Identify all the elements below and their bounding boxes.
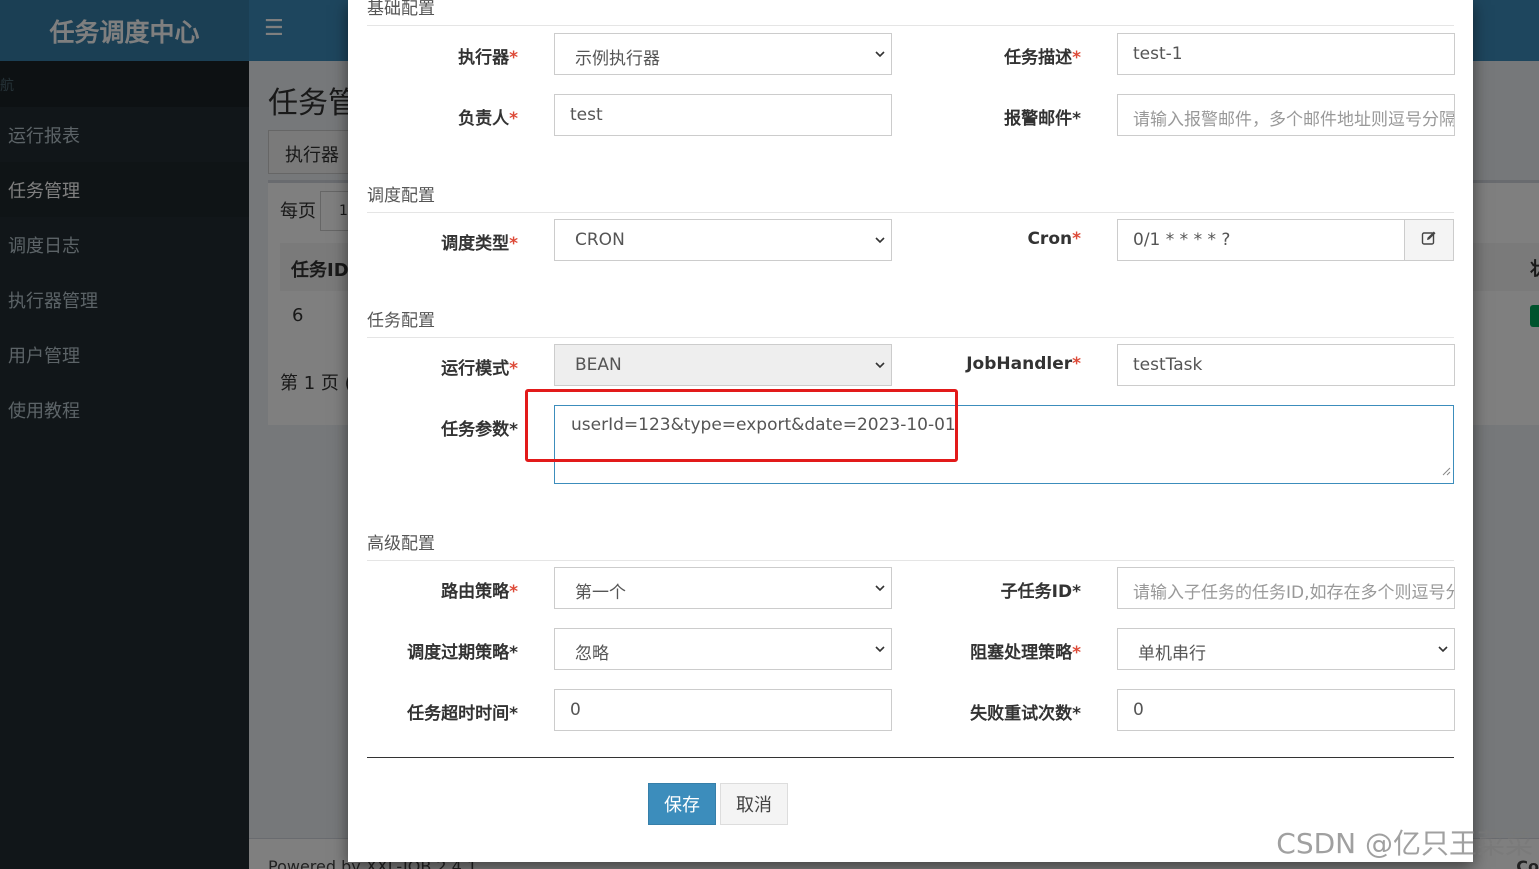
glue-type-label: 运行模式* — [441, 359, 518, 379]
job-edit-modal: 基础配置 执行器* 示例执行器 任务描述* test-1 负责人* test 报… — [348, 0, 1473, 862]
executor-label: 执行器* — [458, 48, 518, 68]
timeout-input[interactable]: 0 — [554, 689, 892, 731]
edit-icon — [1421, 230, 1437, 250]
chevron-down-icon — [1438, 644, 1448, 654]
route-strategy-label: 路由策略* — [441, 582, 518, 602]
job-param-label: 任务参数* — [441, 420, 518, 440]
block-strategy-select[interactable]: 单机串行 — [1117, 628, 1455, 670]
cron-edit-button[interactable] — [1404, 219, 1454, 261]
section-job: 任务配置 — [367, 306, 1454, 338]
route-strategy-select[interactable]: 第一个 — [554, 567, 892, 609]
job-desc-input[interactable]: test-1 — [1117, 33, 1455, 75]
schedule-type-select[interactable]: CRON — [554, 219, 892, 261]
chevron-down-icon — [875, 235, 885, 245]
watermark: CSDN @亿只王菜菜 — [1276, 827, 1533, 860]
alarm-email-input[interactable]: 请输入报警邮件，多个邮件地址则逗号分隔 — [1117, 94, 1455, 136]
chevron-down-icon — [875, 360, 885, 370]
job-desc-label: 任务描述* — [1004, 48, 1081, 68]
executor-select[interactable]: 示例执行器 — [554, 33, 892, 75]
chevron-down-icon — [875, 644, 885, 654]
timeout-label: 任务超时时间* — [407, 704, 518, 724]
misfire-strategy-select[interactable]: 忽略 — [554, 628, 892, 670]
misfire-strategy-label: 调度过期策略* — [407, 643, 518, 663]
child-job-label: 子任务ID* — [1000, 582, 1081, 602]
chevron-down-icon — [875, 583, 885, 593]
schedule-type-label: 调度类型* — [441, 234, 518, 254]
block-strategy-label: 阻塞处理策略* — [970, 643, 1081, 663]
resize-grip-icon[interactable] — [1442, 461, 1451, 481]
author-label: 负责人* — [458, 109, 518, 129]
job-handler-label: JobHandler* — [966, 354, 1081, 374]
chevron-down-icon — [875, 49, 885, 59]
form-divider — [367, 757, 1454, 758]
cron-input[interactable]: 0/1 * * * * ? — [1117, 219, 1405, 261]
highlight-box — [525, 389, 958, 462]
section-schedule: 调度配置 — [367, 181, 1454, 213]
cancel-button[interactable]: 取消 — [720, 783, 788, 825]
glue-type-select[interactable]: BEAN — [554, 344, 892, 386]
job-handler-input[interactable]: testTask — [1117, 344, 1455, 386]
author-input[interactable]: test — [554, 94, 892, 136]
cron-label: Cron* — [1027, 229, 1081, 249]
save-button[interactable]: 保存 — [648, 783, 716, 825]
fail-retry-label: 失败重试次数* — [970, 704, 1081, 724]
child-job-input[interactable]: 请输入子任务的任务ID,如存在多个则逗号分隔 — [1117, 567, 1455, 609]
section-advanced: 高级配置 — [367, 529, 1454, 561]
section-basic: 基础配置 — [367, 0, 1454, 26]
fail-retry-input[interactable]: 0 — [1117, 689, 1455, 731]
alarm-email-label: 报警邮件* — [1004, 109, 1081, 129]
